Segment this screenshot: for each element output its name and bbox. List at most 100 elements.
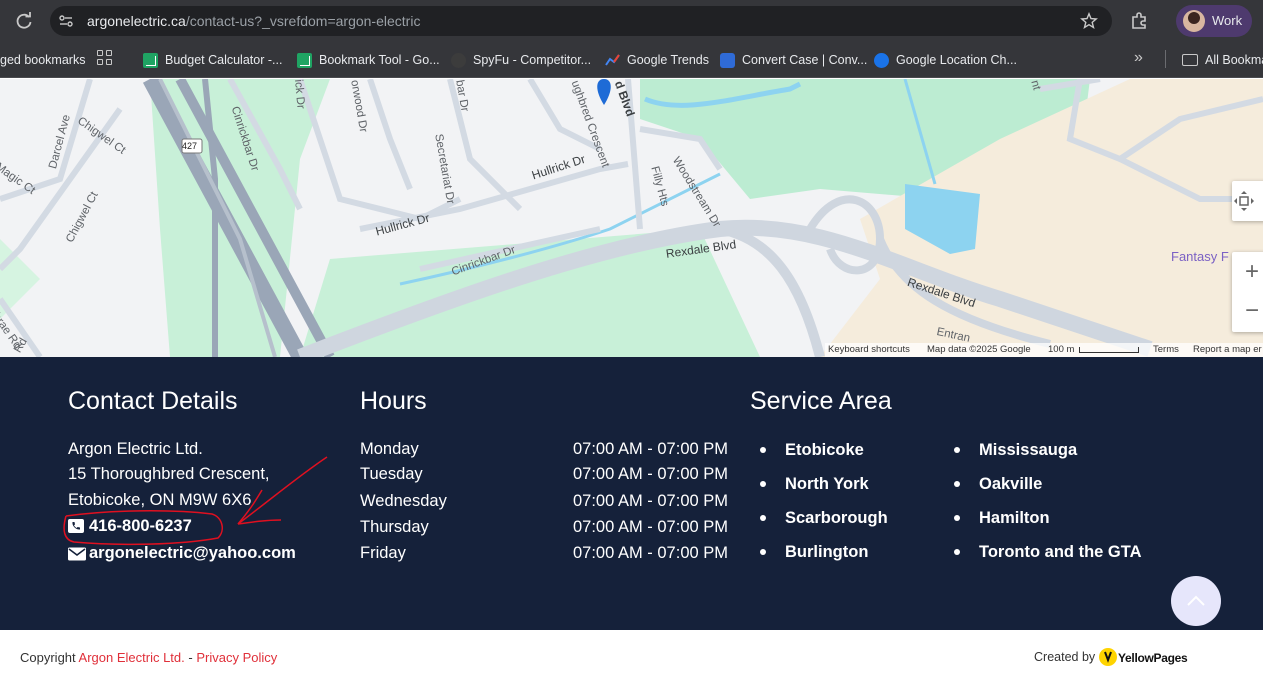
browser-toolbar: argonelectric.ca/contact-us?_vsrefdom=ar… bbox=[0, 0, 1263, 42]
profile-button[interactable]: Work bbox=[1176, 5, 1252, 37]
copyright-text: Copyright Argon Electric Ltd. - Privacy … bbox=[20, 650, 277, 665]
hours-day: Monday bbox=[360, 440, 419, 458]
url-path: /contact-us?_vsrefdom=argon-electric bbox=[185, 13, 421, 29]
zoom-in-button[interactable]: + bbox=[1232, 252, 1263, 292]
hours-time: 07:00 AM - 07:00 PM bbox=[573, 492, 729, 510]
bookmark-label: ged bookmarks bbox=[0, 53, 86, 67]
bookmark-item[interactable]: Budget Calculator -... bbox=[143, 50, 282, 70]
service-area-item: Oakville bbox=[979, 475, 1043, 493]
keyboard-shortcuts-link[interactable]: Keyboard shortcuts bbox=[828, 344, 910, 355]
hours-time: 07:00 AM - 07:00 PM bbox=[573, 440, 729, 458]
bullet bbox=[760, 447, 766, 453]
map-poi-label: Fantasy F bbox=[1171, 249, 1229, 264]
trends-icon bbox=[605, 53, 620, 66]
service-area-item: Etobicoke bbox=[785, 441, 864, 459]
url-text[interactable]: argonelectric.ca/contact-us?_vsrefdom=ar… bbox=[87, 13, 420, 29]
map-attribution: Keyboard shortcuts Map data ©2025 Google… bbox=[825, 343, 1263, 357]
created-by-label: Created by bbox=[1034, 650, 1096, 664]
zoom-controls: + − bbox=[1232, 252, 1263, 332]
url-host: argonelectric.ca bbox=[87, 13, 186, 29]
email-link[interactable]: argonelectric@yahoo.com bbox=[89, 544, 296, 563]
move-icon bbox=[1234, 191, 1254, 211]
all-bookmarks[interactable]: All Bookma bbox=[1182, 50, 1263, 70]
walking-fingers-icon bbox=[1104, 651, 1112, 663]
yellowpages-brand[interactable]: YellowPages bbox=[1118, 651, 1188, 665]
bookmark-item[interactable]: Google Trends bbox=[605, 50, 709, 70]
map-label: ick Dr bbox=[292, 79, 307, 110]
avatar bbox=[1183, 10, 1205, 32]
bookmark-label: Budget Calculator -... bbox=[165, 53, 283, 67]
map-data-text: Map data ©2025 Google bbox=[927, 344, 1031, 355]
map-label: 427 bbox=[182, 141, 198, 151]
bookmark-managed[interactable]: ged bookmarks bbox=[0, 50, 85, 70]
phone-icon bbox=[68, 519, 84, 533]
city-address: Etobicoke, ON M9W 6X6 bbox=[68, 491, 252, 509]
convert-icon bbox=[720, 52, 735, 68]
copyright-bar: Copyright Argon Electric Ltd. - Privacy … bbox=[0, 630, 1263, 683]
site-info-icon[interactable] bbox=[58, 13, 74, 29]
hours-time: 07:00 AM - 07:00 PM bbox=[573, 544, 729, 562]
bookmark-item[interactable]: SpyFu - Competitor... bbox=[451, 50, 591, 70]
location-icon bbox=[874, 52, 889, 68]
service-area-item: Scarborough bbox=[785, 509, 888, 527]
sheets-icon bbox=[143, 52, 158, 68]
zoom-out-button[interactable]: − bbox=[1232, 292, 1263, 332]
hours-day: Friday bbox=[360, 544, 406, 562]
street-address: 15 Thoroughbred Crescent, bbox=[68, 465, 270, 483]
hours-title: Hours bbox=[360, 387, 427, 415]
bookmark-label: All Bookma bbox=[1205, 53, 1263, 67]
scroll-to-top-button[interactable] bbox=[1171, 576, 1221, 626]
bookmark-label: Convert Case | Conv... bbox=[742, 53, 868, 67]
apps-grid-icon[interactable] bbox=[97, 50, 113, 66]
hours-day: Wednesday bbox=[360, 492, 447, 510]
map-canvas bbox=[0, 79, 1263, 357]
contact-title: Contact Details bbox=[68, 387, 238, 415]
map[interactable]: 427 Darcel Ave Chigwel Ct Magic Ct Chigw… bbox=[0, 79, 1263, 357]
extensions-icon[interactable] bbox=[1129, 11, 1149, 31]
terms-link[interactable]: Terms bbox=[1153, 344, 1179, 355]
address-bar[interactable]: argonelectric.ca/contact-us?_vsrefdom=ar… bbox=[50, 6, 1112, 36]
company-link[interactable]: Argon Electric Ltd. bbox=[79, 650, 185, 665]
chevron-up-icon bbox=[1187, 595, 1205, 606]
bookmark-item[interactable]: Google Location Ch... bbox=[874, 50, 1017, 70]
hours-time: 07:00 AM - 07:00 PM bbox=[573, 465, 729, 483]
service-area-item: Mississauga bbox=[979, 441, 1078, 459]
hours-day: Tuesday bbox=[360, 465, 423, 483]
bookmark-label: Google Trends bbox=[627, 53, 709, 67]
bullet bbox=[954, 481, 960, 487]
page: argonelectric.ca/contact-us?_vsrefdom=ar… bbox=[0, 0, 1263, 683]
email-icon bbox=[68, 547, 86, 561]
bookmarks-overflow-icon[interactable]: » bbox=[1134, 49, 1143, 67]
company-name: Argon Electric Ltd. bbox=[68, 440, 203, 458]
spyfu-icon bbox=[451, 52, 466, 68]
bullet bbox=[954, 549, 960, 555]
bookmark-label: Bookmark Tool - Go... bbox=[319, 53, 440, 67]
bookmark-item[interactable]: Bookmark Tool - Go... bbox=[297, 50, 440, 70]
reload-icon[interactable] bbox=[14, 11, 34, 31]
folder-icon bbox=[1182, 54, 1198, 66]
bullet bbox=[954, 447, 960, 453]
privacy-policy-link[interactable]: Privacy Policy bbox=[196, 650, 277, 665]
report-link[interactable]: Report a map er bbox=[1193, 344, 1262, 355]
bullet bbox=[760, 515, 766, 521]
sheets-icon bbox=[297, 52, 312, 68]
site-footer: Contact Details Argon Electric Ltd. 15 T… bbox=[0, 357, 1263, 630]
service-area-item: North York bbox=[785, 475, 869, 493]
bullet bbox=[760, 481, 766, 487]
phone-link[interactable]: 416-800-6237 bbox=[89, 517, 192, 536]
service-area-title: Service Area bbox=[750, 387, 892, 415]
service-area-item: Toronto and the GTA bbox=[979, 543, 1142, 561]
service-area-item: Burlington bbox=[785, 543, 869, 561]
yellowpages-logo-icon[interactable] bbox=[1099, 648, 1117, 666]
hours-time: 07:00 AM - 07:00 PM bbox=[573, 518, 729, 536]
bookmark-item[interactable]: Convert Case | Conv... bbox=[720, 50, 867, 70]
scale-bar bbox=[1079, 347, 1139, 353]
bookmark-star-icon[interactable] bbox=[1080, 12, 1098, 30]
bullet bbox=[760, 549, 766, 555]
profile-label: Work bbox=[1212, 13, 1243, 28]
hours-day: Thursday bbox=[360, 518, 429, 536]
bookmarks-separator bbox=[1165, 50, 1166, 68]
scale-label: 100 m bbox=[1048, 344, 1075, 355]
fullscreen-control[interactable] bbox=[1232, 181, 1263, 221]
separator-dash: - bbox=[188, 650, 193, 665]
